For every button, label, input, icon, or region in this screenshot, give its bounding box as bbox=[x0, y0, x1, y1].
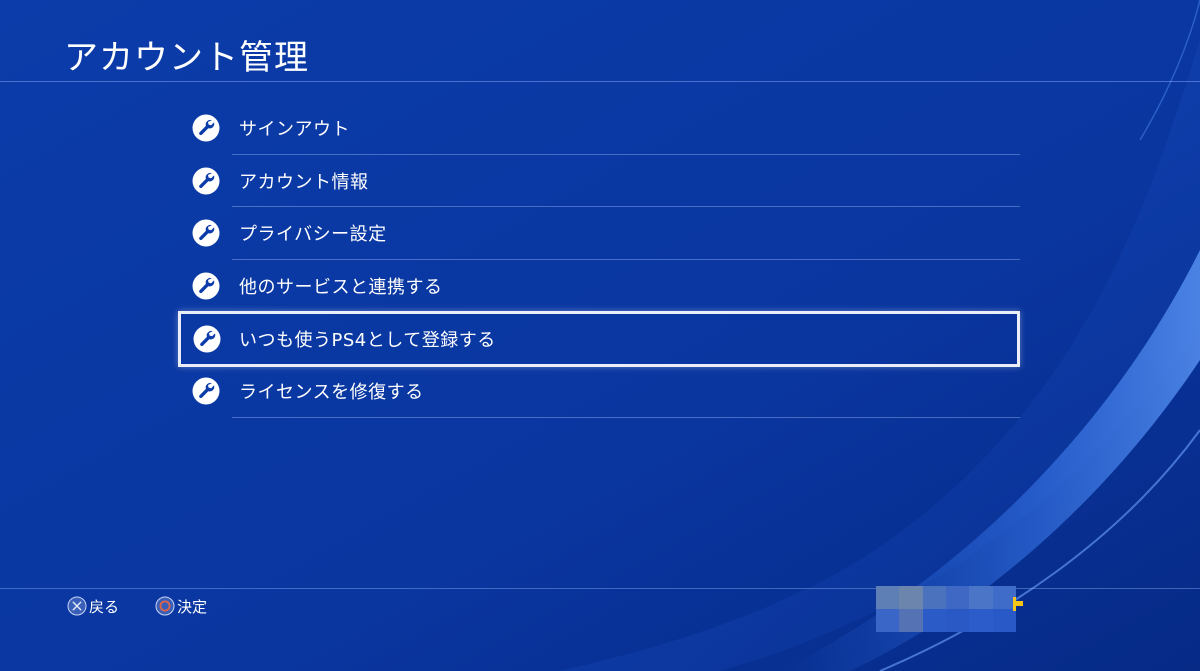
wrench-icon bbox=[192, 272, 220, 300]
menu-item-label: 他のサービスと連携する bbox=[239, 277, 443, 299]
wrench-icon bbox=[193, 325, 221, 353]
menu-item-restore-licenses[interactable]: ライセンスを修復する bbox=[178, 365, 1020, 418]
page-title: アカウント管理 bbox=[64, 38, 309, 78]
title-divider bbox=[0, 81, 1200, 82]
menu-item-label: プライバシー設定 bbox=[239, 224, 387, 246]
back-label: 戻る bbox=[89, 597, 120, 616]
confirm-label: 決定 bbox=[177, 597, 208, 616]
user-avatar-pixelated bbox=[876, 586, 1016, 632]
menu-item-link-services[interactable]: 他のサービスと連携する bbox=[178, 260, 1020, 313]
wrench-icon bbox=[192, 377, 220, 405]
footer-divider bbox=[0, 588, 1200, 589]
circle-button-icon bbox=[155, 596, 175, 616]
settings-menu: サインアウト アカウント情報 プライバシー設定 他のサービスと連携する いつも使… bbox=[178, 102, 1020, 418]
user-indicator-icon bbox=[1013, 597, 1023, 611]
back-hint[interactable]: 戻る bbox=[67, 596, 119, 616]
confirm-hint[interactable]: 決定 bbox=[155, 596, 207, 616]
menu-item-label: サインアウト bbox=[239, 119, 350, 141]
menu-item-label: いつも使うPS4として登録する bbox=[239, 329, 496, 351]
menu-item-account-info[interactable]: アカウント情報 bbox=[178, 155, 1020, 208]
wrench-icon bbox=[192, 219, 220, 247]
menu-item-privacy-settings[interactable]: プライバシー設定 bbox=[178, 207, 1020, 260]
menu-divider bbox=[232, 416, 1020, 418]
wrench-icon bbox=[192, 167, 220, 195]
cross-button-icon bbox=[67, 596, 87, 616]
wrench-icon bbox=[192, 114, 220, 142]
menu-item-label: アカウント情報 bbox=[239, 171, 369, 193]
menu-item-sign-out[interactable]: サインアウト bbox=[178, 102, 1020, 155]
menu-item-label: ライセンスを修復する bbox=[239, 382, 424, 404]
menu-item-primary-ps4[interactable]: いつも使うPS4として登録する bbox=[178, 310, 1020, 367]
